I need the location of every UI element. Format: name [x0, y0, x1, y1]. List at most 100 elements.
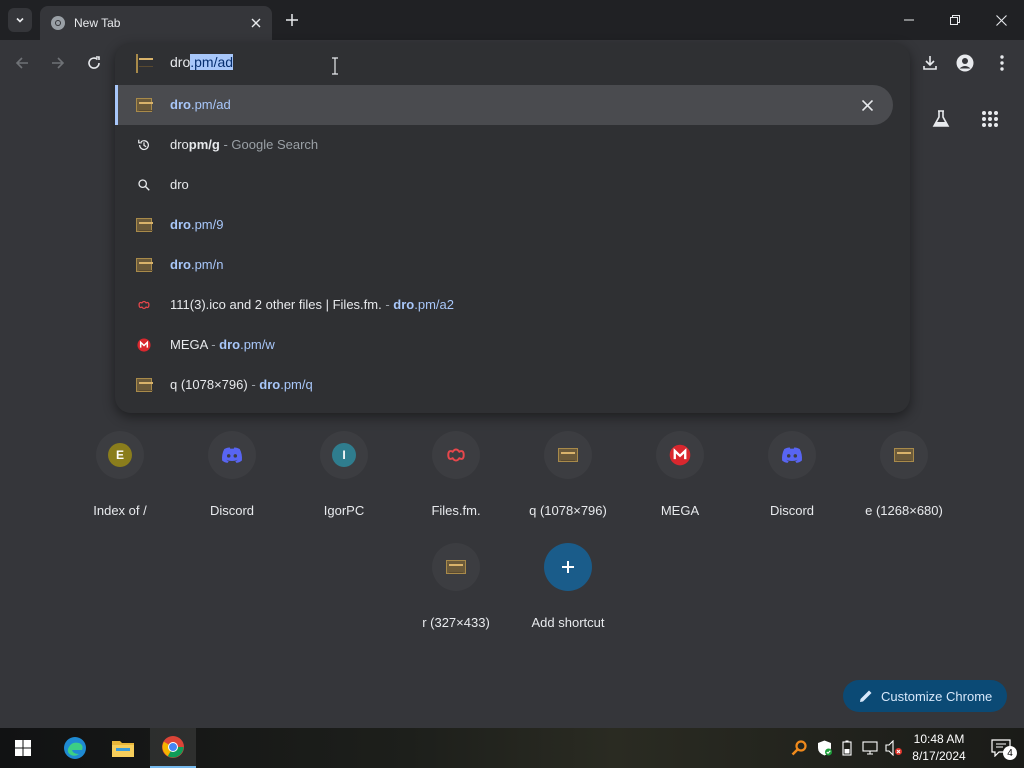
suggestion-text: MEGA - dro.pm/w — [170, 337, 275, 352]
minimize-button[interactable] — [886, 0, 932, 40]
battery-icon — [842, 740, 852, 756]
image-favicon-icon — [432, 543, 480, 591]
chrome-icon — [162, 736, 184, 758]
taskbar-file-explorer[interactable] — [100, 728, 146, 768]
shortcut-tile[interactable]: r (327×433) — [400, 543, 512, 655]
add-shortcut-button[interactable]: Add shortcut — [512, 543, 624, 655]
filesfm-icon — [136, 297, 152, 313]
filesfm-icon — [432, 431, 480, 479]
close-icon — [861, 99, 873, 111]
profile-icon — [956, 54, 974, 72]
search-icon — [136, 177, 152, 193]
taskbar-chrome[interactable] — [150, 728, 196, 768]
omnibox-dropdown: dro.pm/ad dro.pm/ad dropm/g - Google Sear… — [115, 43, 910, 413]
tab-close-button[interactable] — [246, 13, 266, 33]
mega-icon — [656, 431, 704, 479]
omnibox-autocomplete-text: .pm/ad — [190, 54, 234, 70]
clock-time: 10:48 AM — [913, 732, 965, 746]
shortcut-tile[interactable]: e (1268×680) — [848, 431, 960, 543]
shortcut-tile[interactable]: q (1078×796) — [512, 431, 624, 543]
omnibox-suggestion[interactable]: dro — [115, 165, 910, 205]
discord-icon — [768, 431, 816, 479]
tray-network[interactable] — [859, 728, 881, 768]
close-icon — [995, 14, 1007, 26]
omnibox-suggestion[interactable]: dro.pm/9 — [115, 205, 910, 245]
text-cursor-icon — [332, 57, 338, 75]
omnibox-typed-text: dro — [170, 54, 191, 70]
taskbar-clock[interactable]: 10:48 AM 8/17/2024 — [902, 731, 976, 765]
restore-button[interactable] — [932, 0, 978, 40]
customize-chrome-button[interactable]: Customize Chrome — [843, 680, 1007, 712]
close-window-button[interactable] — [978, 0, 1024, 40]
labs-button[interactable] — [928, 106, 954, 132]
network-icon — [862, 741, 878, 755]
tab-title: New Tab — [74, 16, 121, 30]
tray-security[interactable] — [813, 728, 835, 768]
close-icon — [251, 18, 261, 28]
chrome-icon — [51, 16, 65, 30]
reload-button[interactable] — [81, 50, 107, 76]
more-vert-icon — [1000, 55, 1004, 71]
shortcut-label: Discord — [209, 503, 255, 518]
shortcut-label: IgorPC — [323, 503, 365, 518]
shortcut-tile[interactable]: MEGA — [624, 431, 736, 543]
shortcut-label: q (1078×796) — [529, 503, 607, 518]
remove-suggestion-button[interactable] — [857, 95, 877, 115]
suggestion-text: dropm/g - Google Search — [170, 137, 319, 152]
taskbar-edge[interactable] — [52, 728, 98, 768]
plus-icon — [286, 14, 298, 26]
shortcut-label: r (327×433) — [422, 615, 490, 630]
image-favicon-icon — [544, 431, 592, 479]
apps-button[interactable] — [977, 106, 1003, 132]
discord-icon — [208, 431, 256, 479]
windows-taskbar: 10:48 AM 8/17/2024 4 — [0, 728, 1024, 768]
pencil-icon — [860, 690, 872, 702]
omnibox-suggestion[interactable]: MEGA - dro.pm/w — [115, 325, 910, 365]
shortcut-tile[interactable]: I IgorPC — [288, 431, 400, 543]
shortcut-tile[interactable]: Files.fm. — [400, 431, 512, 543]
customize-chrome-label: Customize Chrome — [881, 688, 993, 704]
volume-muted-icon — [885, 740, 902, 756]
omnibox-suggestion[interactable]: dropm/g - Google Search — [115, 125, 910, 165]
profile-button[interactable] — [952, 50, 978, 76]
omnibox-input-row[interactable]: dro.pm/ad — [115, 43, 910, 83]
shortcut-tile[interactable]: Discord — [176, 431, 288, 543]
shortcut-tile[interactable]: E Index of / — [64, 431, 176, 543]
plus-icon — [544, 543, 592, 591]
magnifier-icon — [791, 740, 807, 756]
shortcut-label: Files.fm. — [431, 503, 481, 518]
forward-button[interactable] — [45, 50, 71, 76]
tab-strip: New Tab — [0, 0, 1024, 40]
omnibox-suggestion[interactable]: dro.pm/n — [115, 245, 910, 285]
shortcut-tile[interactable]: Discord — [736, 431, 848, 543]
omnibox-suggestion[interactable]: q (1078×796) - dro.pm/q — [115, 365, 910, 405]
downloads-button[interactable] — [917, 50, 943, 76]
omnibox-suggestion[interactable]: dro.pm/ad — [115, 85, 893, 125]
shortcut-label: Index of / — [93, 503, 147, 518]
apps-grid-icon — [982, 111, 998, 127]
letter-e-icon: E — [96, 431, 144, 479]
notification-center-button[interactable]: 4 — [982, 728, 1020, 768]
restore-icon — [950, 15, 960, 25]
omnibox-input[interactable]: dro.pm/ad — [170, 54, 234, 70]
image-favicon-icon — [136, 377, 153, 393]
new-tab-button[interactable] — [282, 10, 302, 30]
tab-new-tab[interactable]: New Tab — [40, 6, 272, 40]
tray-search-app[interactable] — [788, 728, 810, 768]
start-button[interactable] — [0, 728, 46, 768]
suggestion-text: q (1078×796) - dro.pm/q — [170, 377, 313, 392]
edge-icon — [64, 737, 86, 759]
chevron-down-icon — [16, 17, 24, 23]
image-favicon-icon — [136, 257, 153, 273]
suggestion-text: dro.pm/ad — [170, 97, 231, 112]
arrow-right-icon — [52, 57, 65, 69]
back-button[interactable] — [9, 50, 35, 76]
notification-count-badge: 4 — [1003, 746, 1017, 760]
omnibox-suggestion[interactable]: 111(3).ico and 2 other files | Files.fm.… — [115, 285, 910, 325]
tab-search-button[interactable] — [8, 8, 32, 32]
tray-battery[interactable] — [837, 728, 857, 768]
menu-button[interactable] — [989, 50, 1015, 76]
suggestion-text: dro.pm/n — [170, 257, 224, 272]
flask-icon — [932, 110, 950, 127]
download-icon — [923, 56, 937, 70]
